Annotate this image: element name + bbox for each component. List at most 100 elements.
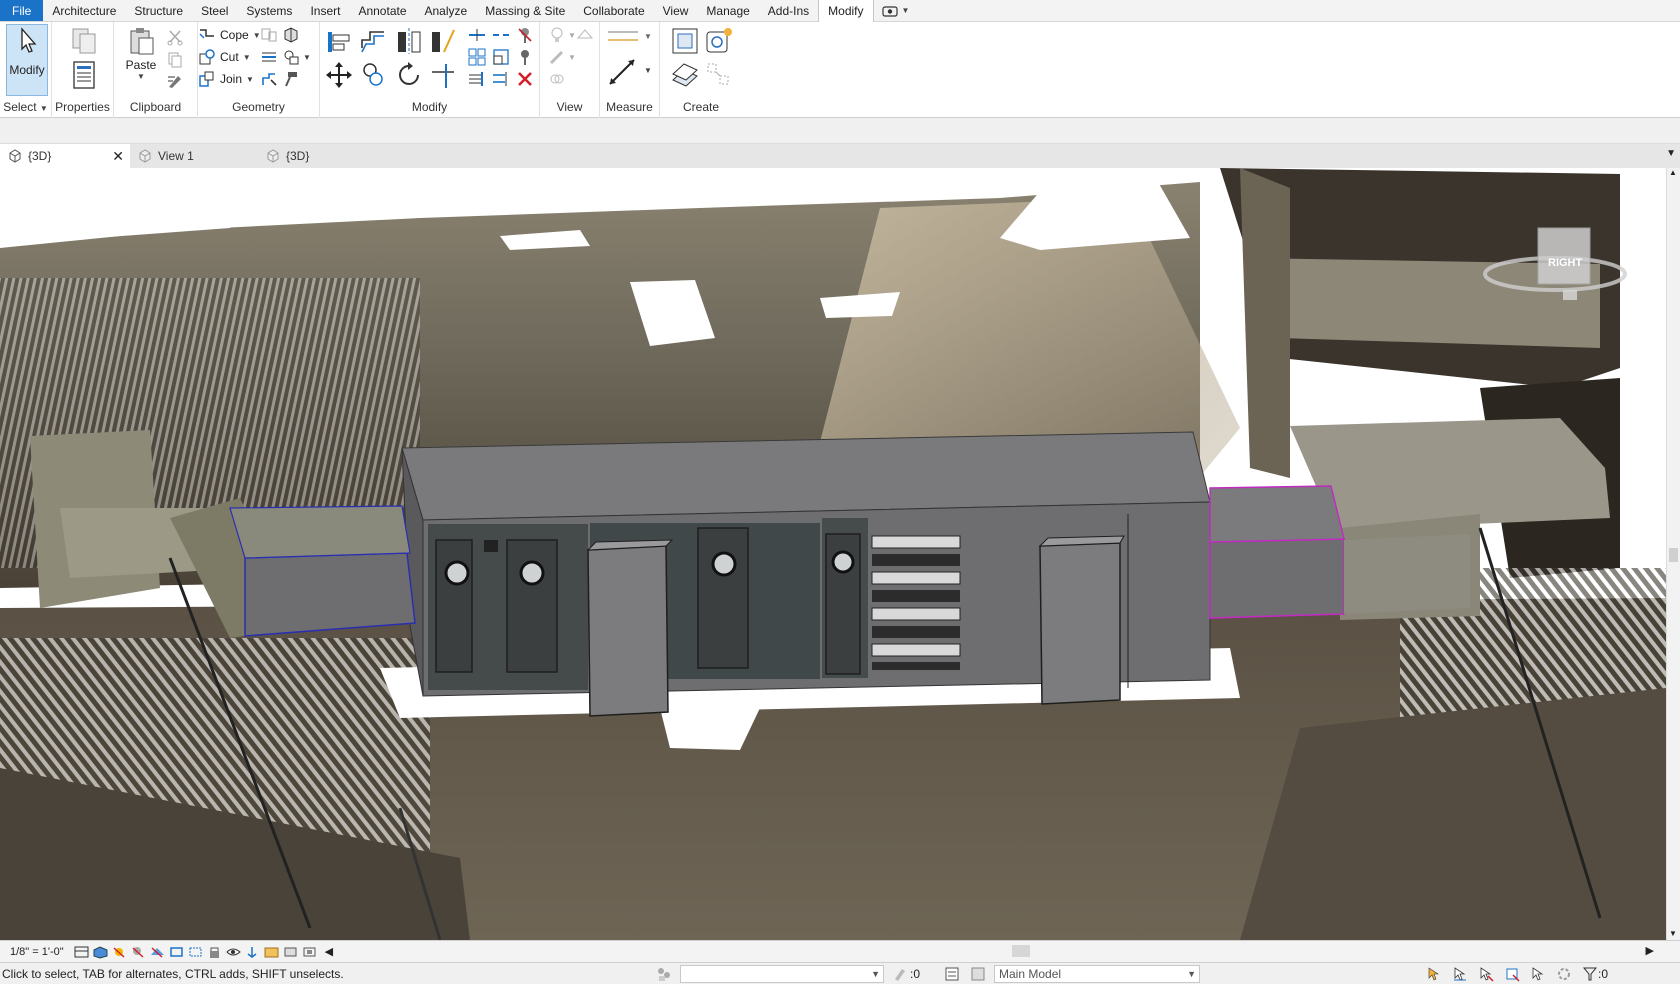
tab-insert[interactable]: Insert bbox=[301, 0, 349, 21]
pin-icon[interactable] bbox=[516, 48, 534, 66]
tab-collaborate[interactable]: Collaborate bbox=[574, 0, 653, 21]
lock-3d-view-icon[interactable] bbox=[206, 945, 223, 959]
tab-massing-site[interactable]: Massing & Site bbox=[476, 0, 574, 21]
move-icon[interactable] bbox=[324, 60, 354, 90]
select-underlay-icon[interactable] bbox=[1452, 966, 1468, 982]
visual-style-icon[interactable] bbox=[92, 945, 109, 959]
view-scale[interactable]: 1/8" = 1'-0" bbox=[0, 946, 72, 958]
modify-button[interactable]: Modify bbox=[6, 24, 48, 96]
split-gap-icon[interactable] bbox=[492, 26, 510, 44]
cut-clipboard-icon[interactable] bbox=[166, 28, 184, 46]
split-element-icon[interactable] bbox=[468, 26, 486, 44]
tab-modify[interactable]: Modify bbox=[818, 0, 874, 23]
contextual-tab-dropdown[interactable]: ▼ bbox=[874, 0, 918, 21]
trim-extend-icon[interactable] bbox=[428, 60, 458, 90]
create-assembly-icon[interactable] bbox=[670, 26, 700, 56]
copy-icon[interactable] bbox=[358, 60, 388, 90]
cope-button[interactable]: Cope ▼ bbox=[198, 25, 261, 45]
background-processes-icon[interactable] bbox=[1556, 966, 1572, 982]
tab-structure[interactable]: Structure bbox=[125, 0, 192, 21]
mirror-draw-axis-icon[interactable] bbox=[428, 26, 458, 56]
trim-single-icon[interactable] bbox=[492, 70, 510, 88]
select-by-face-icon[interactable] bbox=[1504, 966, 1520, 982]
panel-title-select[interactable]: Select ▼ bbox=[0, 100, 51, 114]
offset-icon[interactable] bbox=[358, 26, 388, 56]
sun-path-icon[interactable] bbox=[111, 945, 128, 959]
filter-view-icon[interactable] bbox=[548, 70, 566, 88]
trim-multiple-icon[interactable] bbox=[468, 70, 486, 88]
tab-systems[interactable]: Systems bbox=[237, 0, 301, 21]
match-properties-icon[interactable] bbox=[166, 72, 184, 90]
active-workset-select[interactable]: ▼ bbox=[680, 965, 884, 983]
filter-icon[interactable] bbox=[1582, 966, 1598, 982]
align-icon[interactable] bbox=[324, 26, 354, 56]
hammer-icon[interactable] bbox=[282, 70, 300, 88]
paint-icon[interactable] bbox=[282, 48, 300, 66]
scroll-left-icon[interactable]: ◀ bbox=[325, 945, 333, 958]
override-graphics-icon[interactable] bbox=[576, 26, 594, 44]
paste-button[interactable]: Paste ▼ bbox=[124, 26, 158, 81]
worksharing-display-icon[interactable] bbox=[263, 945, 280, 959]
split-face-icon[interactable] bbox=[260, 48, 278, 66]
rotate-icon[interactable] bbox=[394, 60, 424, 90]
scroll-down-icon[interactable]: ▼ bbox=[1669, 929, 1677, 938]
exclude-options-icon[interactable] bbox=[970, 966, 986, 982]
demolish-icon[interactable] bbox=[260, 70, 278, 88]
mirror-pick-axis-icon[interactable] bbox=[394, 26, 424, 56]
scroll-up-icon[interactable]: ▲ bbox=[1669, 168, 1677, 177]
scroll-thumb[interactable] bbox=[1669, 548, 1678, 562]
create-group-icon[interactable] bbox=[704, 60, 734, 90]
unpin-icon[interactable] bbox=[516, 26, 534, 44]
tab-add-ins[interactable]: Add-Ins bbox=[759, 0, 818, 21]
analytical-model-icon[interactable] bbox=[282, 945, 299, 959]
viewcube-face-label[interactable]: RIGHT bbox=[1548, 257, 1582, 269]
join-button[interactable]: Join ▼ bbox=[198, 69, 254, 89]
show-crop-region-icon[interactable] bbox=[187, 945, 204, 959]
create-similar-icon[interactable] bbox=[704, 26, 734, 56]
tab-manage[interactable]: Manage bbox=[697, 0, 758, 21]
select-links-icon[interactable] bbox=[1426, 966, 1442, 982]
editable-only-icon[interactable] bbox=[892, 966, 908, 982]
properties-icon[interactable] bbox=[69, 60, 99, 90]
temporary-hide-icon[interactable] bbox=[225, 945, 242, 959]
tab-steel[interactable]: Steel bbox=[192, 0, 237, 21]
design-options-icon[interactable] bbox=[944, 966, 960, 982]
crop-view-icon[interactable] bbox=[168, 945, 185, 959]
hide-element-icon[interactable] bbox=[548, 26, 566, 44]
delete-icon[interactable] bbox=[516, 70, 534, 88]
highlight-displacement-icon[interactable] bbox=[301, 945, 318, 959]
tab-architecture[interactable]: Architecture bbox=[43, 0, 125, 21]
wall-joins-icon[interactable] bbox=[282, 26, 300, 44]
tab-list-menu-icon[interactable]: ▼ bbox=[1666, 148, 1676, 159]
detail-level-icon[interactable] bbox=[73, 945, 90, 959]
array-icon[interactable] bbox=[468, 48, 486, 66]
linework-icon[interactable] bbox=[548, 48, 566, 66]
shadows-icon[interactable] bbox=[130, 945, 147, 959]
unjoin-icon[interactable] bbox=[260, 26, 278, 44]
measure-icon[interactable] bbox=[606, 56, 638, 88]
view-tab-3d-active[interactable]: {3D} ✕ bbox=[0, 144, 130, 168]
drag-elements-icon[interactable] bbox=[1530, 966, 1546, 982]
dimension-icon[interactable] bbox=[606, 28, 640, 44]
scale-icon[interactable] bbox=[492, 48, 510, 66]
cut-button[interactable]: Cut ▼ bbox=[198, 47, 251, 67]
scroll-thumb[interactable] bbox=[1012, 945, 1030, 957]
tab-analyze[interactable]: Analyze bbox=[416, 0, 477, 21]
close-icon[interactable]: ✕ bbox=[112, 148, 124, 165]
type-properties-icon[interactable] bbox=[69, 26, 99, 56]
tab-view[interactable]: View bbox=[654, 0, 698, 21]
reveal-hidden-icon[interactable] bbox=[244, 945, 261, 959]
vertical-scrollbar[interactable]: ▲ ▼ bbox=[1666, 168, 1680, 940]
horizontal-scrollbar[interactable]: ▶ bbox=[384, 945, 1654, 957]
copy-clipboard-icon[interactable] bbox=[166, 50, 184, 68]
view-tab-3d[interactable]: {3D} bbox=[258, 144, 386, 168]
select-pinned-icon[interactable] bbox=[1478, 966, 1494, 982]
create-parts-icon[interactable] bbox=[670, 60, 700, 90]
tab-annotate[interactable]: Annotate bbox=[349, 0, 415, 21]
scroll-right-icon[interactable]: ▶ bbox=[1646, 944, 1654, 957]
3d-viewport[interactable]: RIGHT bbox=[0, 168, 1666, 940]
tab-file[interactable]: File bbox=[0, 0, 44, 21]
worksets-icon[interactable] bbox=[656, 966, 672, 982]
render-icon[interactable] bbox=[149, 945, 166, 959]
view-tab-view-1[interactable]: View 1 bbox=[130, 144, 258, 168]
